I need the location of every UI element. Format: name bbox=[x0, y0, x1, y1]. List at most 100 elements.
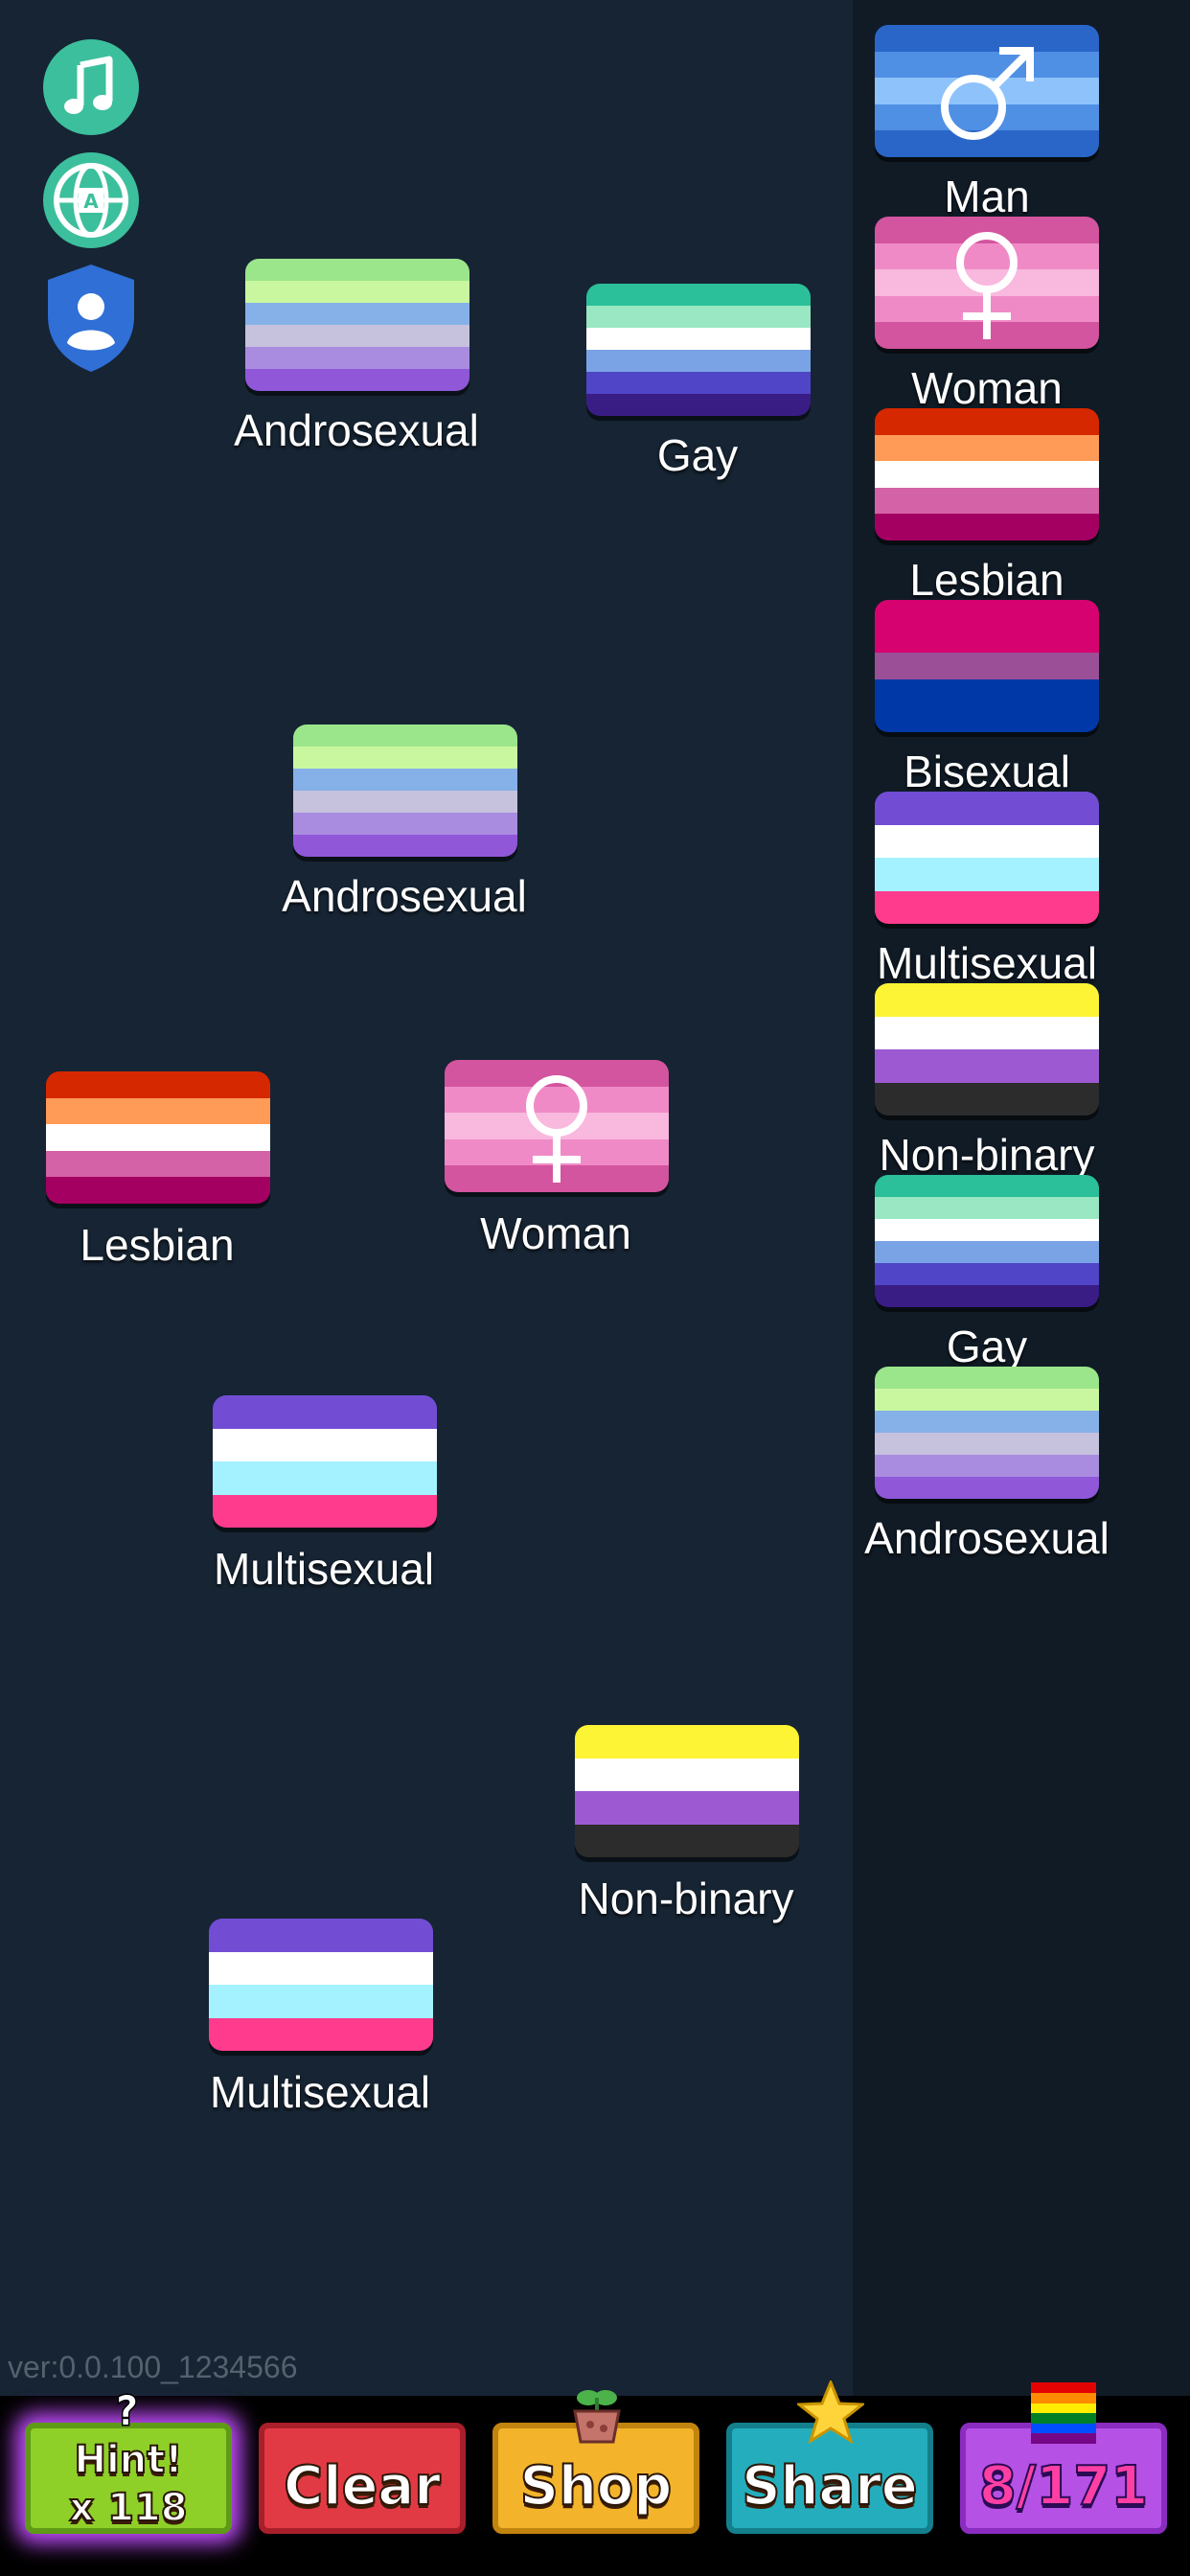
flag-stripes bbox=[875, 792, 1099, 924]
flag-stripe bbox=[875, 1219, 1099, 1241]
flag-non-binary[interactable] bbox=[875, 983, 1099, 1116]
flag-stripe bbox=[586, 350, 811, 372]
language-globe-icon: A bbox=[43, 152, 139, 248]
flag-stripes bbox=[875, 1367, 1099, 1499]
flag-stripe bbox=[213, 1428, 437, 1461]
flag-label: Gay bbox=[656, 430, 739, 480]
flag-label: Multisexual bbox=[209, 2067, 431, 2117]
flag-stripes bbox=[875, 408, 1099, 540]
share-label: Share bbox=[741, 2454, 919, 2518]
question-mark-icon: ? bbox=[113, 2388, 140, 2432]
flag-stripe bbox=[46, 1124, 270, 1151]
flag-stripe bbox=[875, 678, 1099, 706]
flag-stripe bbox=[209, 2017, 433, 2051]
flag-stripe bbox=[875, 983, 1099, 1017]
flag-stripe bbox=[875, 1263, 1099, 1285]
flag-stripe bbox=[245, 259, 469, 281]
flag-stripe bbox=[293, 724, 517, 747]
flag-label: Androsexual bbox=[234, 405, 479, 455]
flag-non-binary[interactable] bbox=[575, 1725, 799, 1857]
flag-stripe bbox=[46, 1177, 270, 1204]
flag-man[interactable] bbox=[875, 25, 1099, 157]
flag-stripe bbox=[586, 284, 811, 306]
svg-text:?: ? bbox=[114, 2388, 138, 2432]
flag-stripe bbox=[575, 1824, 799, 1857]
flag-label: Multisexual bbox=[876, 938, 1098, 988]
flag-stripe bbox=[209, 1951, 433, 1985]
flag-stripe bbox=[245, 303, 469, 325]
flag-stripe bbox=[875, 1455, 1099, 1477]
flag-stripe bbox=[245, 325, 469, 347]
version-label: ver:0.0.100_1234566 bbox=[8, 2350, 298, 2384]
flag-stripe bbox=[586, 328, 811, 350]
flag-stripe bbox=[875, 1175, 1099, 1197]
flag-multisexual[interactable] bbox=[209, 1919, 433, 2051]
flag-stripe bbox=[875, 1049, 1099, 1083]
flag-stripe bbox=[875, 890, 1099, 924]
flag-lesbian[interactable] bbox=[875, 408, 1099, 540]
clear-button[interactable]: Clear bbox=[259, 2423, 466, 2534]
flag-androsexual[interactable] bbox=[875, 1367, 1099, 1499]
flag-stripe bbox=[293, 835, 517, 857]
flag-stripe bbox=[213, 1395, 437, 1429]
female-symbol-icon bbox=[526, 1075, 587, 1183]
flag-label: Lesbian bbox=[80, 1220, 235, 1270]
privacy-button[interactable] bbox=[42, 263, 140, 379]
flag-stripe bbox=[293, 769, 517, 791]
flag-label: Lesbian bbox=[909, 555, 1064, 605]
star-icon bbox=[797, 2380, 864, 2444]
flag-gay[interactable] bbox=[875, 1175, 1099, 1307]
flag-stripe bbox=[875, 1285, 1099, 1307]
flag-stripe bbox=[586, 372, 811, 394]
flag-lesbian[interactable] bbox=[46, 1071, 270, 1204]
flag-androsexual[interactable] bbox=[245, 259, 469, 391]
flag-stripe bbox=[875, 434, 1099, 462]
female-symbol-icon bbox=[956, 232, 1018, 339]
flag-stripes bbox=[875, 983, 1099, 1116]
flag-stripes bbox=[293, 724, 517, 857]
flag-bisexual[interactable] bbox=[875, 600, 1099, 732]
flag-stripe bbox=[293, 791, 517, 813]
flag-stripe bbox=[575, 1725, 799, 1759]
flag-gay[interactable] bbox=[586, 284, 811, 416]
flag-label: Androsexual bbox=[864, 1513, 1110, 1563]
shop-label: Shop bbox=[519, 2454, 674, 2518]
flag-stripe bbox=[46, 1071, 270, 1098]
flag-woman[interactable] bbox=[875, 217, 1099, 349]
progress-label: 8/171 bbox=[978, 2454, 1149, 2518]
flag-label: Woman bbox=[480, 1208, 631, 1258]
flag-androsexual[interactable] bbox=[293, 724, 517, 857]
flag-stripe bbox=[875, 626, 1099, 654]
flag-stripe bbox=[875, 1197, 1099, 1219]
potted-plant-icon bbox=[573, 2390, 621, 2444]
flag-stripes bbox=[586, 284, 811, 416]
flag-stripe bbox=[875, 1367, 1099, 1389]
flag-woman[interactable] bbox=[445, 1060, 669, 1192]
play-board[interactable]: A Androsexual Gay Androsexual Lesbian Woman M… bbox=[0, 0, 853, 2396]
music-toggle-button[interactable] bbox=[42, 38, 140, 141]
flag-stripe bbox=[245, 281, 469, 303]
discovered-flags-sidebar[interactable]: Man Woman Lesbian Bisexual Multisexual Non-bi… bbox=[853, 0, 1190, 2396]
flag-stripe bbox=[875, 858, 1099, 891]
flag-stripe bbox=[875, 1411, 1099, 1433]
language-button[interactable]: A bbox=[42, 151, 140, 254]
flag-stripe bbox=[245, 369, 469, 391]
flag-stripes bbox=[209, 1919, 433, 2051]
flag-label: Gay bbox=[946, 1322, 1028, 1371]
flag-label: Woman bbox=[911, 363, 1063, 413]
flag-label: Man bbox=[944, 172, 1030, 221]
flag-label: Non-binary bbox=[879, 1130, 1095, 1180]
flag-multisexual[interactable] bbox=[875, 792, 1099, 924]
male-symbol-icon bbox=[941, 47, 1034, 140]
flag-stripe bbox=[875, 792, 1099, 825]
flag-stripe bbox=[875, 705, 1099, 732]
flag-stripes bbox=[575, 1725, 799, 1857]
flag-stripes bbox=[875, 600, 1099, 732]
flag-stripe bbox=[875, 1433, 1099, 1455]
flag-label: Bisexual bbox=[904, 747, 1070, 796]
flag-stripe bbox=[875, 1389, 1099, 1411]
hint-button[interactable]: Hint! x 118 bbox=[25, 2423, 232, 2534]
flag-multisexual[interactable] bbox=[213, 1395, 437, 1528]
flag-stripe bbox=[875, 1082, 1099, 1116]
music-icon bbox=[43, 39, 139, 135]
